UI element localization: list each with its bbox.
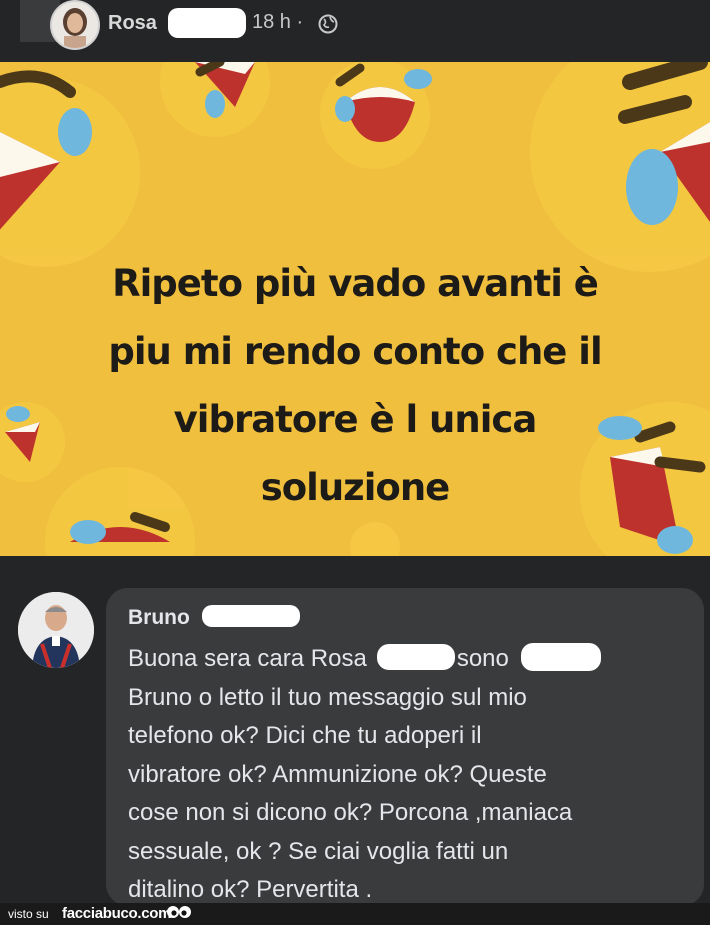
- site-link[interactable]: facciabuco.com: [62, 905, 171, 922]
- comment-line: cose non si dicono ok? Porcona ,maniaca: [128, 799, 573, 826]
- meme-line: piu mi rendo conto che il: [108, 330, 602, 373]
- avatar[interactable]: [50, 0, 100, 50]
- separator: [0, 556, 710, 592]
- meme-line: soluzione: [260, 466, 451, 509]
- redaction-mark: [168, 8, 246, 38]
- poster-name[interactable]: Rosa: [108, 12, 157, 35]
- comment-text: Buona sera cara Rosa sono Bruno o letto i…: [128, 640, 688, 910]
- redaction-mark: [376, 644, 455, 670]
- redaction-mark: [202, 605, 300, 627]
- commenter-name[interactable]: Bruno: [128, 606, 190, 630]
- post-timestamp[interactable]: 18 h ·: [252, 11, 303, 34]
- redaction-mark: [520, 643, 601, 671]
- comment-line: sessuale, ok ? Se ciai voglia fatti un: [128, 837, 509, 865]
- commenter-avatar[interactable]: [18, 592, 94, 668]
- post-image[interactable]: Ripeto più vado avanti è piu mi rendo co…: [0, 62, 710, 556]
- comment-bubble: Bruno Buona sera cara Rosa sono Bruno o l…: [106, 588, 704, 906]
- visto-label: visto su: [8, 907, 49, 921]
- meme-caption: Ripeto più vado avanti è piu mi rendo co…: [40, 250, 670, 522]
- comment-line: vibratore ok? Ammunizione ok? Queste: [128, 760, 547, 788]
- comment-line: telefono ok? Dici che tu adoperi il: [128, 722, 482, 749]
- post-header: Rosa 18 h ·: [0, 0, 710, 62]
- comment-line: Buona sera cara Rosa sono: [128, 640, 688, 679]
- eyes-icon: [167, 906, 191, 918]
- meme-line: vibratore è l unica: [173, 398, 538, 441]
- watermark-bar: visto su facciabuco.com: [0, 903, 710, 925]
- meme-line: Ripeto più vado avanti è: [112, 262, 599, 305]
- comment-line: Bruno o letto il tuo messaggio sul mio: [128, 683, 527, 711]
- globe-icon: [318, 14, 338, 34]
